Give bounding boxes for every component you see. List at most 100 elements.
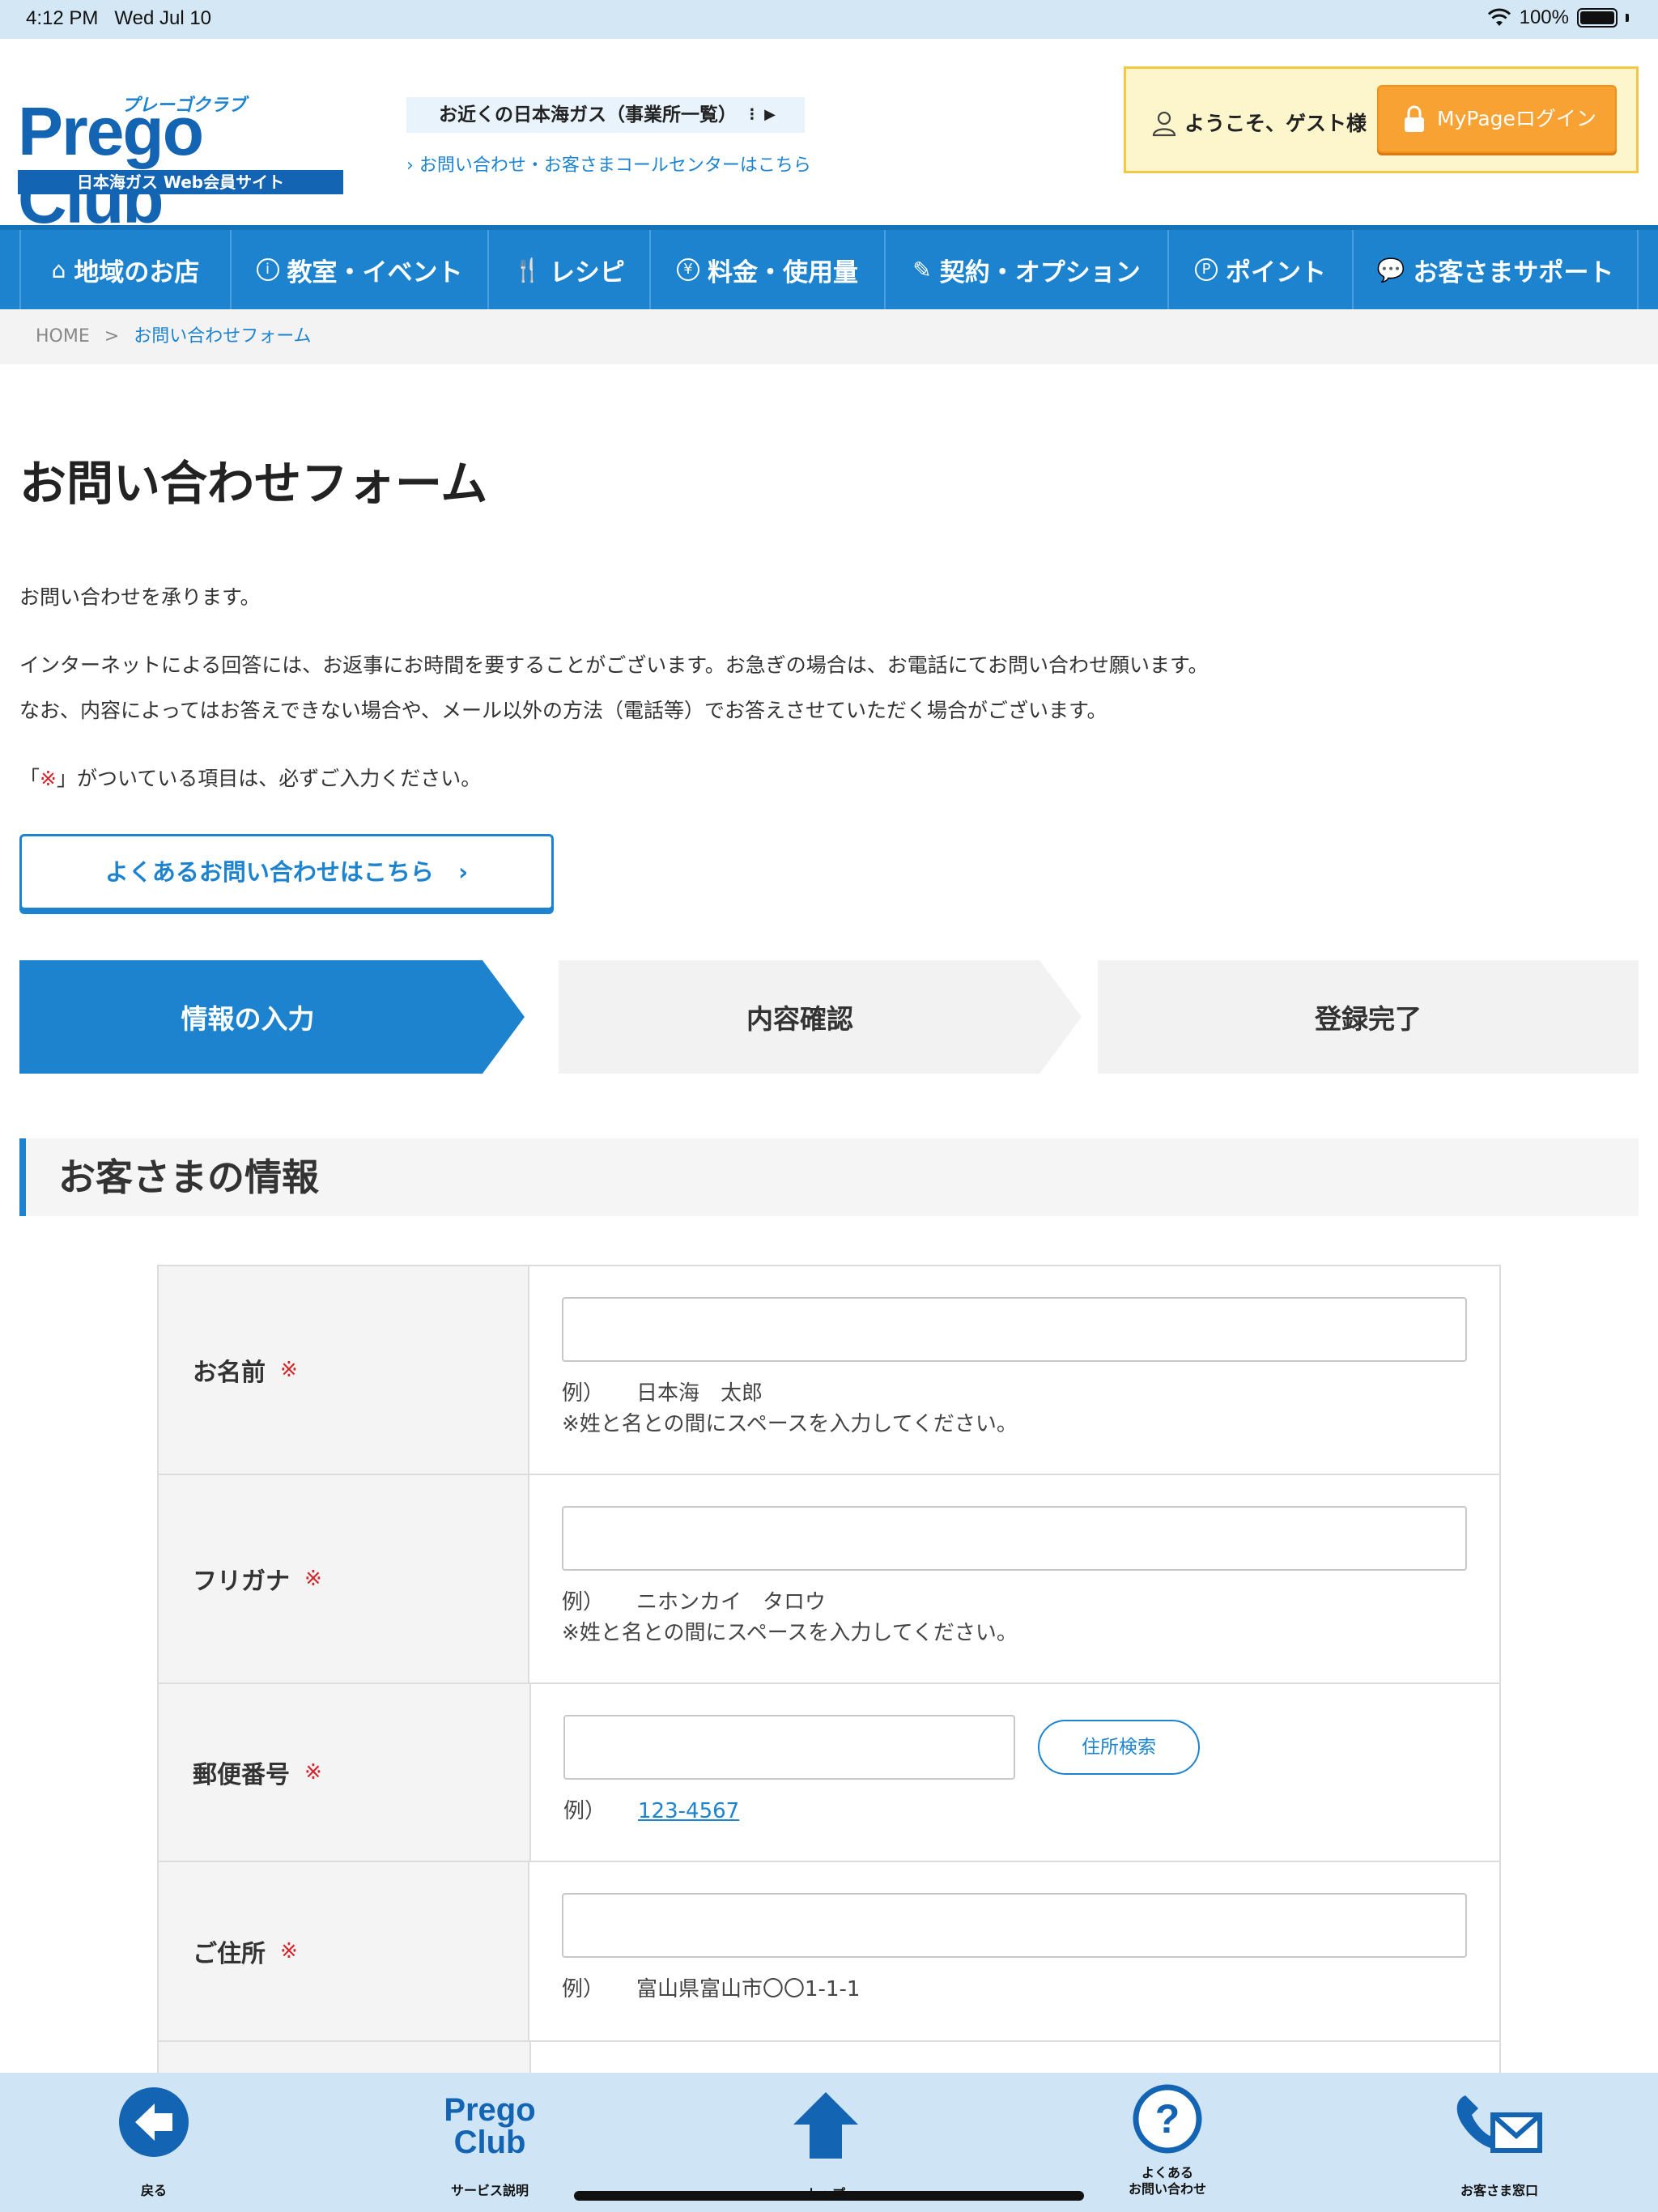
service-button[interactable]: Prego Club サービス説明 xyxy=(409,2073,571,2212)
lock-icon xyxy=(1405,105,1424,132)
home-indicator[interactable] xyxy=(574,2191,1084,2201)
field-hint: 例） 日本海 太郎 ※姓と名との間にスペースを入力してください。 xyxy=(562,1381,1018,1436)
nav-label: 契約・オプション xyxy=(939,257,1141,287)
nav-item-points[interactable]: P ポイント xyxy=(1169,230,1354,309)
required-mark: ※ xyxy=(280,1358,298,1382)
faq-button[interactable]: よくあるお問い合わせはこちら › xyxy=(19,834,554,910)
required-mark: ※ xyxy=(304,1567,322,1591)
toolbar-label: 戻る xyxy=(140,2183,167,2198)
breadcrumb-home[interactable]: HOME xyxy=(36,326,90,347)
breadcrumb-separator: > xyxy=(104,326,120,347)
page-title: お問い合わせフォーム xyxy=(19,456,488,511)
office-link-label: お近くの日本海ガス（事業所一覧） xyxy=(439,104,737,125)
section-title: お客さまの情報 xyxy=(19,1138,1639,1216)
address-input[interactable] xyxy=(562,1893,1467,1958)
welcome-box: ようこそ、ゲスト様 MyPageログイン xyxy=(1124,66,1639,173)
office-list-link[interactable]: お近くの日本海ガス（事業所一覧） ⋮ ▶ xyxy=(406,97,805,133)
field-label: フリガナ ※ xyxy=(159,1475,529,1682)
form-row-address: ご住所 ※ 例） 富山県富山市〇〇1-1-1 xyxy=(159,1862,1499,2042)
user-icon xyxy=(1152,111,1176,137)
point-icon: P xyxy=(1195,258,1218,281)
chevron-right-icon: › xyxy=(441,858,469,886)
postal-example-link[interactable]: 123-4567 xyxy=(638,1799,739,1823)
callcenter-link-label: お問い合わせ・お客さまコールセンターはこちら xyxy=(419,155,811,176)
status-time: 4:12 PM Wed Jul 10 xyxy=(26,7,212,29)
chat-icon: 💬 xyxy=(1376,256,1405,283)
battery-percent: 100% xyxy=(1519,6,1569,28)
shop-icon: ⌂ xyxy=(51,256,66,283)
contact-button[interactable]: お客さま窓口 xyxy=(1418,2073,1580,2212)
step-complete: 登録完了 xyxy=(1098,960,1639,1074)
field-label: 郵便番号 ※ xyxy=(159,1684,531,1861)
field-cell: 例） 日本海 太郎 ※姓と名との間にスペースを入力してください。 xyxy=(529,1266,1499,1474)
nav-label: 地域のお店 xyxy=(74,257,200,287)
form-row-furigana: フリガナ ※ 例） ニホンカイ タロウ ※姓と名との間にスペースを入力してください。 xyxy=(159,1475,1499,1684)
question-icon: ? xyxy=(1133,2084,1202,2154)
address-search-button[interactable]: 住所検索 xyxy=(1038,1720,1200,1775)
postal-code-input[interactable] xyxy=(563,1715,1015,1780)
logo-word: Prego Club xyxy=(18,93,204,237)
nav-label: 料金・使用量 xyxy=(708,257,858,287)
nav-item-events[interactable]: i 教室・イベント xyxy=(232,230,489,309)
nav-item-support[interactable]: 💬 お客さまサポート xyxy=(1354,230,1639,309)
nav-item-shops[interactable]: ⌂ 地域のお店 xyxy=(19,230,232,309)
nav-item-charges[interactable]: ¥ 料金・使用量 xyxy=(651,230,886,309)
nav-label: お客さまサポート xyxy=(1413,257,1614,287)
field-hint: 例） 123-4567 xyxy=(563,1799,740,1823)
nav-item-contract[interactable]: ✎ 契約・オプション xyxy=(886,230,1169,309)
field-hint: 例） 富山県富山市〇〇1-1-1 xyxy=(562,1977,861,2001)
field-cell: 住所検索 例） 123-4567 xyxy=(531,1684,1499,1861)
breadcrumb-current: お問い合わせフォーム xyxy=(134,326,312,347)
login-label: MyPageログイン xyxy=(1437,107,1596,130)
triangle-right-icon: ⋮ ▶ xyxy=(744,106,776,123)
name-input[interactable] xyxy=(562,1297,1467,1362)
intro-text: お問い合わせを承ります。 xyxy=(19,585,261,609)
form-row-postal: 郵便番号 ※ 住所検索 例） 123-4567 xyxy=(159,1684,1499,1862)
battery-nub xyxy=(1626,14,1629,22)
logo-sub: 日本海ガス Web会員サイト xyxy=(18,170,343,194)
arrow-up-icon xyxy=(793,2092,858,2159)
back-button[interactable]: 戻る xyxy=(73,2073,235,2212)
prego-club-mini-logo: Prego Club xyxy=(444,2092,536,2160)
field-label: お名前 ※ xyxy=(159,1266,529,1474)
battery-icon xyxy=(1577,8,1618,28)
nav-item-recipes[interactable]: 🍴 レシピ xyxy=(489,230,651,309)
phone-mail-icon xyxy=(1456,2095,1542,2153)
intro-text: なお、内容によってはお答えできない場合や、メール以外の方法（電話等）でお答えさせ… xyxy=(19,699,1107,722)
yen-icon: ¥ xyxy=(677,258,699,281)
toolbar-label: よくある お問い合わせ xyxy=(1128,2165,1206,2197)
breadcrumb: HOME > お問い合わせフォーム xyxy=(0,309,1658,364)
mypage-login-button[interactable]: MyPageログイン xyxy=(1377,85,1617,153)
edit-icon: ✎ xyxy=(912,256,932,283)
toolbar-label: サービス説明 xyxy=(450,2183,529,2198)
info-icon: i xyxy=(256,258,279,281)
required-mark: ※ xyxy=(304,1760,322,1784)
form-row-name: お名前 ※ 例） 日本海 太郎 ※姓と名との間にスペースを入力してください。 xyxy=(159,1266,1499,1475)
field-cell: 例） 富山県富山市〇〇1-1-1 xyxy=(529,1862,1499,2040)
prego-club-logo[interactable]: プレーゴクラブ Prego Club 日本海ガス Web会員サイト xyxy=(18,47,345,233)
status-right: 100% xyxy=(1487,6,1629,29)
welcome-text: ようこそ、ゲスト様 xyxy=(1184,112,1367,135)
step-confirm: 内容確認 xyxy=(559,960,1082,1074)
toolbar-label: お客さま窓口 xyxy=(1460,2183,1538,2198)
field-cell: 例） ニホンカイ タロウ ※姓と名との間にスペースを入力してください。 xyxy=(529,1475,1499,1682)
cutlery-icon: 🍴 xyxy=(513,256,542,283)
required-note: 「※」がついている項目は、必ずご入力ください。 xyxy=(19,767,482,790)
svg-text:?: ? xyxy=(1155,2096,1180,2142)
faq-button-label: よくあるお問い合わせはこちら xyxy=(104,858,434,886)
back-arrow-icon xyxy=(119,2087,189,2157)
field-label: ご住所 ※ xyxy=(159,1862,529,2040)
chevron-right-icon: › xyxy=(406,155,414,176)
faq-toolbar-button[interactable]: ? よくある お問い合わせ xyxy=(1086,2073,1248,2212)
nav-label: ポイント xyxy=(1226,257,1326,287)
global-nav: ⌂ 地域のお店 i 教室・イベント 🍴 レシピ ¥ 料金・使用量 ✎ 契約・オプ… xyxy=(0,225,1658,309)
field-hint: 例） ニホンカイ タロウ ※姓と名との間にスペースを入力してください。 xyxy=(562,1590,1018,1645)
wifi-icon xyxy=(1487,8,1511,26)
required-mark: ※ xyxy=(280,1939,298,1963)
nav-label: レシピ xyxy=(549,257,625,287)
furigana-input[interactable] xyxy=(562,1506,1467,1571)
step-input: 情報の入力 xyxy=(19,960,525,1074)
progress-steps: 情報の入力 内容確認 登録完了 xyxy=(19,960,1639,1074)
customer-info-form: お名前 ※ 例） 日本海 太郎 ※姓と名との間にスペースを入力してください。 フリガ… xyxy=(157,1265,1501,2091)
callcenter-link[interactable]: › お問い合わせ・お客さまコールセンターはこちら xyxy=(406,151,811,177)
